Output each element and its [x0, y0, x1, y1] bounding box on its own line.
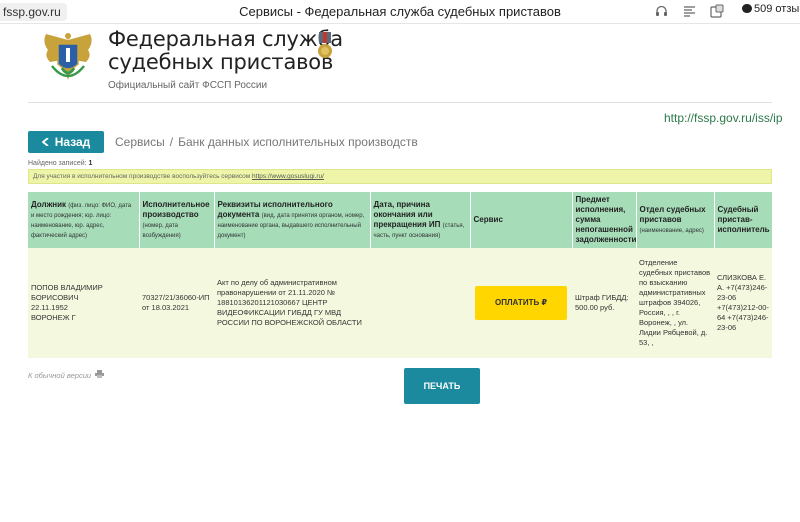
header-end-reason: Дата, причина окончания или прекращения … [370, 192, 471, 248]
notice-text: Для участия в исполнительном производств… [33, 173, 251, 180]
header-subject: Предмет исполнения, сумма непогашенной з… [572, 192, 637, 248]
medal-icon [316, 32, 334, 60]
cell-end-reason [370, 248, 470, 358]
reviews-badge[interactable]: 509 отзывов [740, 2, 800, 16]
cell-bailiff: СЛИЗКОВА Е. А. +7(473)246-23-06 +7(473)2… [714, 248, 772, 358]
cell-service: ОПЛАТИТЬ ₽ [470, 248, 572, 358]
ruble-icon: ₽ [539, 298, 548, 307]
records-found-label: Найдено записей: [28, 160, 87, 167]
cell-document: Акт по делу об административном правонар… [214, 248, 370, 358]
header-document: Реквизиты исполнительного документа (вид… [214, 192, 371, 248]
iss-link[interactable]: http://fssp.gov.ru/iss/ip [664, 111, 783, 125]
cell-subject: Штраф ГИБДД: 500.00 руб. [572, 248, 636, 358]
header-divider [28, 102, 772, 103]
browser-toolbar-icons [654, 4, 724, 18]
text-format-icon[interactable] [682, 4, 696, 18]
header-debtor: Должник (физ. лицо: ФИО, дата и место ро… [28, 192, 140, 248]
browser-top-bar: fssp.gov.ru Сервисы - Федеральная служба… [0, 0, 800, 24]
gosuslugi-link[interactable]: https://www.gosuslugi.ru/ [252, 173, 324, 180]
site-title-line2: судебных приставов [108, 50, 334, 74]
gosuslugi-notice: Для участия в исполнительном производств… [28, 169, 772, 184]
headphones-icon[interactable] [654, 4, 668, 18]
back-button[interactable]: Назад [28, 131, 104, 153]
records-found: Найдено записей: 1 [28, 160, 92, 167]
cell-debtor: ПОПОВ ВЛАДИМИР БОРИСОВИЧ 22.11.1952 ВОРО… [28, 248, 139, 358]
breadcrumb-separator: / [169, 135, 174, 149]
pay-button[interactable]: ОПЛАТИТЬ ₽ [475, 286, 567, 320]
pay-button-label: ОПЛАТИТЬ [494, 298, 540, 307]
breadcrumb-services[interactable]: Сервисы [115, 135, 165, 149]
cell-department: Отделение судебных приставов по взыскани… [636, 248, 714, 358]
site-title[interactable]: Федеральная служба судебных приставов [108, 28, 343, 74]
site-subtitle: Официальный сайт ФССП России [108, 80, 268, 91]
header-proceeding: Исполнительное производство (номер, дата… [139, 192, 215, 248]
normal-version-link[interactable]: К обычной версии [28, 370, 105, 380]
table-row: ПОПОВ ВЛАДИМИР БОРИСОВИЧ 22.11.1952 ВОРО… [28, 248, 772, 358]
cell-proceeding: 70327/21/36060-ИП от 18.03.2021 [139, 248, 214, 358]
header-service: Сервис [470, 192, 573, 248]
site-title-line1: Федеральная служба [108, 27, 343, 51]
arrow-left-icon [41, 135, 50, 149]
header-department: Отдел судебных приставов (наименование, … [636, 192, 715, 248]
header-bailiff: Судебный пристав-исполнитель [714, 192, 773, 248]
proceedings-table: Должник (физ. лицо: ФИО, дата и место ро… [28, 192, 773, 358]
printer-icon [95, 370, 105, 380]
records-found-count: 1 [88, 160, 93, 167]
speech-bubble-icon [742, 4, 752, 13]
breadcrumb: Сервисы / Банк данных исполнительных произ… [115, 135, 418, 149]
fssp-emblem-icon[interactable] [38, 30, 98, 88]
breadcrumb-current: Банк данных исполнительных производств [178, 135, 418, 149]
normal-version-label: К обычной версии [28, 370, 92, 380]
reviews-count: 509 отзывов [754, 3, 800, 15]
back-button-label: Назад [54, 135, 91, 149]
extensions-icon[interactable] [710, 4, 724, 18]
table-header-row: Должник (физ. лицо: ФИО, дата и место ро… [28, 192, 773, 248]
print-button[interactable]: ПЕЧАТЬ [404, 368, 480, 404]
